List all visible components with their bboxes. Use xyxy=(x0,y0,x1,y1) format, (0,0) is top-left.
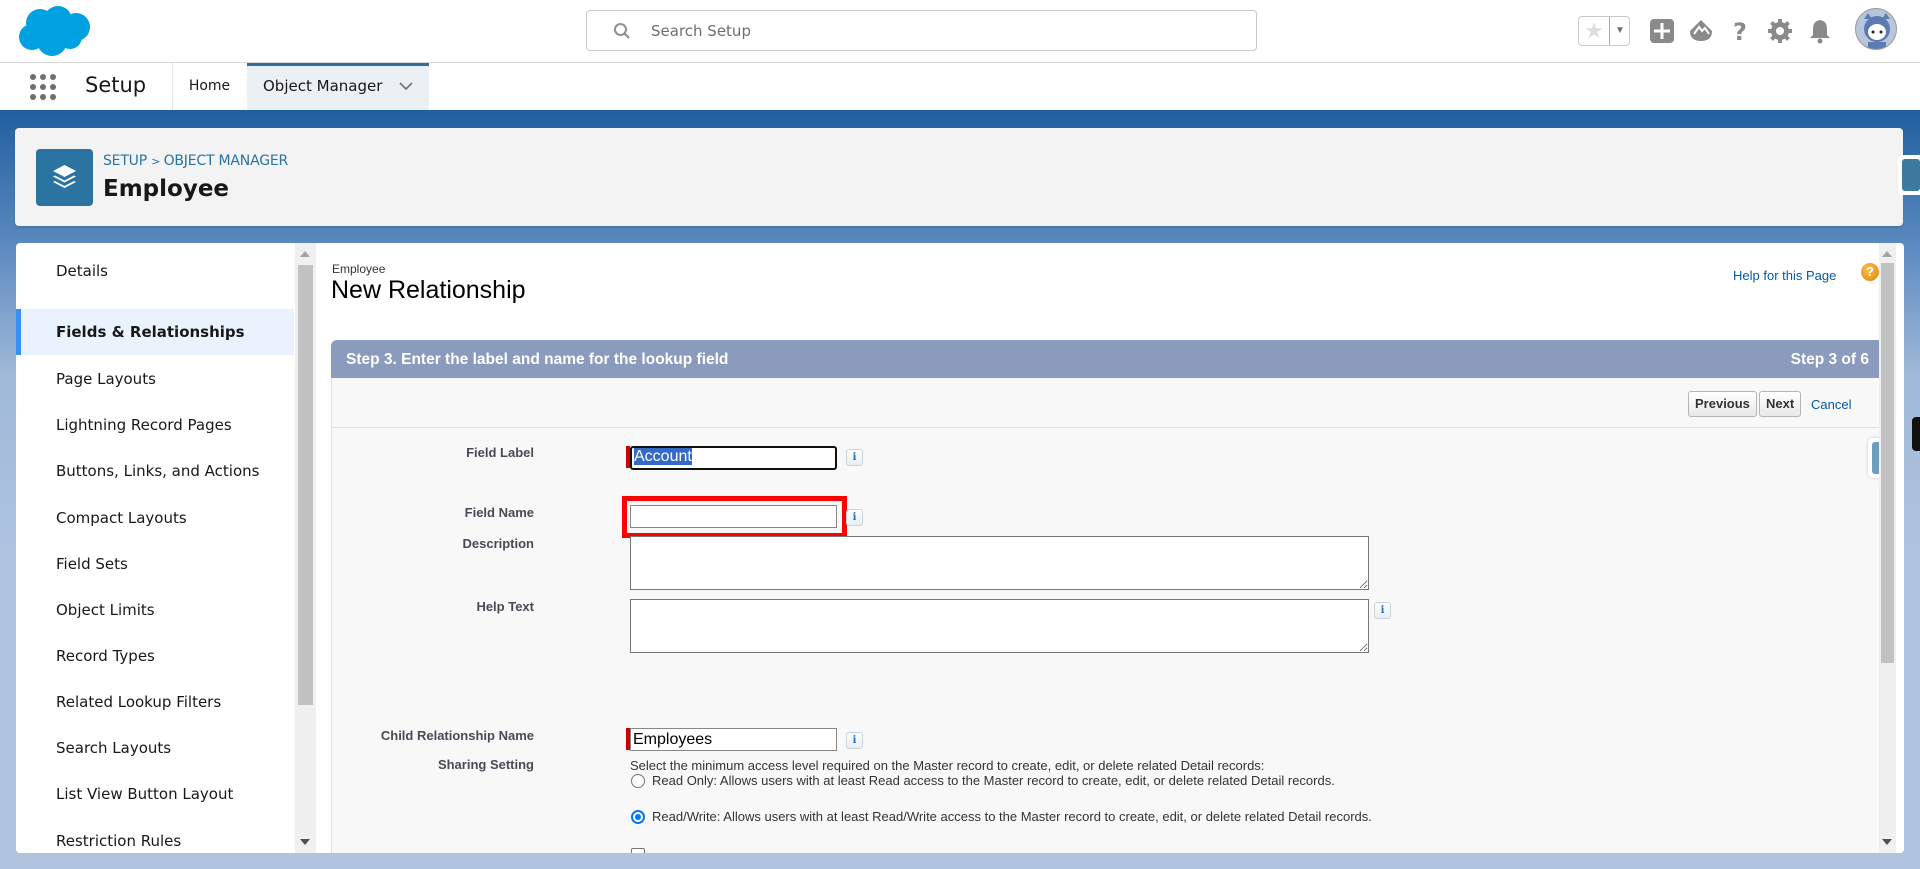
cancel-link[interactable]: Cancel xyxy=(1811,397,1851,412)
breadcrumb-object-manager-link[interactable]: OBJECT MANAGER xyxy=(164,153,289,169)
description-textarea[interactable] xyxy=(630,536,1369,590)
child-relationship-name-input[interactable] xyxy=(630,728,837,751)
field-label-label: Field Label xyxy=(466,445,534,460)
help-for-this-page-link[interactable]: Help for this Page xyxy=(1733,268,1836,283)
tab-home[interactable]: Home xyxy=(172,63,247,110)
sidebar-item-page-layouts[interactable]: Page Layouts xyxy=(16,356,294,402)
sharing-setting-intro: Select the minimum access level required… xyxy=(630,758,1265,773)
step-count: Step 3 of 6 xyxy=(1790,351,1869,368)
button-row: Previous Next Cancel xyxy=(332,378,1885,428)
description-label: Description xyxy=(462,536,534,551)
sidebar-item-restriction-rules[interactable]: Restriction Rules xyxy=(16,818,294,864)
step-title: Step 3. Enter the label and name for the… xyxy=(346,351,729,368)
read-write-option-label[interactable]: Read/Write: Allows users with at least R… xyxy=(652,809,1372,824)
main-scrollbar[interactable] xyxy=(1879,243,1896,853)
help-text-info-icon[interactable]: i xyxy=(1374,602,1391,619)
scroll-up-arrow-icon[interactable] xyxy=(1882,251,1892,257)
search-input[interactable] xyxy=(651,19,1231,43)
object-label: Employee xyxy=(332,262,386,276)
favorites-dropdown-icon[interactable]: ▼ xyxy=(1609,17,1630,45)
field-label-info-icon[interactable]: i xyxy=(846,449,863,466)
field-name-label: Field Name xyxy=(464,505,534,520)
main-scroll-thumb[interactable] xyxy=(1881,263,1894,663)
previous-button[interactable]: Previous xyxy=(1688,391,1757,417)
sidebar-item-related-lookup-filters[interactable]: Related Lookup Filters xyxy=(16,679,294,725)
salesforce-cloud-logo[interactable] xyxy=(18,5,94,57)
breadcrumb: SETUP > OBJECT MANAGER xyxy=(103,153,288,169)
read-write-radio[interactable] xyxy=(631,810,645,824)
sidebar-item-fields-relationships[interactable]: Fields & Relationships xyxy=(16,309,294,355)
field-name-info-icon[interactable]: i xyxy=(846,509,863,526)
step-header: Step 3. Enter the label and name for the… xyxy=(331,340,1884,378)
sidebar-item-list-view-button-layout[interactable]: List View Button Layout xyxy=(16,771,294,817)
child-relationship-name-label: Child Relationship Name xyxy=(380,728,534,743)
read-only-radio[interactable] xyxy=(631,774,645,788)
sharing-setting-label: Sharing Setting xyxy=(437,757,534,772)
app-launcher-icon[interactable] xyxy=(30,74,56,100)
checkbox-partial[interactable] xyxy=(631,848,645,853)
setup-gear-icon[interactable] xyxy=(1766,17,1794,45)
user-avatar[interactable] xyxy=(1855,8,1897,50)
trailhead-icon[interactable] xyxy=(1687,17,1715,45)
field-name-input[interactable] xyxy=(630,505,837,528)
scroll-down-arrow-icon[interactable] xyxy=(1882,839,1892,845)
scroll-down-arrow-icon[interactable] xyxy=(300,839,310,845)
main-content-frame: Employee New Relationship Help for this … xyxy=(316,243,1904,853)
tab-object-manager[interactable]: Object Manager xyxy=(247,63,429,110)
relationship-form: Previous Next Cancel Field Label Account… xyxy=(331,378,1888,853)
sidebar-scroll-thumb[interactable] xyxy=(298,265,313,705)
sidebar-item-compact-layouts[interactable]: Compact Layouts xyxy=(16,495,294,541)
app-name: Setup xyxy=(85,73,147,97)
object-manager-sidebar: Details Fields & Relationships Page Layo… xyxy=(16,243,316,853)
tab-object-manager-label: Object Manager xyxy=(263,77,383,95)
help-text-textarea[interactable] xyxy=(630,599,1369,653)
field-label-input[interactable]: Account xyxy=(630,446,837,470)
collapse-panel-tab[interactable] xyxy=(1898,155,1920,195)
help-text-label: Help Text xyxy=(476,599,534,614)
sidebar-item-lightning-record-pages[interactable]: Lightning Record Pages xyxy=(16,402,294,448)
object-header: SETUP > OBJECT MANAGER Employee xyxy=(15,128,1903,226)
search-setup-box[interactable] xyxy=(586,10,1257,51)
edge-handle[interactable] xyxy=(1912,417,1920,451)
avatar-astro-icon xyxy=(1864,13,1890,49)
sidebar-item-details[interactable]: Details xyxy=(16,248,294,294)
sidebar-item-buttons-links-actions[interactable]: Buttons, Links, and Actions xyxy=(16,448,294,494)
notifications-bell-icon[interactable] xyxy=(1806,17,1834,45)
object-title: Employee xyxy=(103,176,230,202)
favorites-star-icon[interactable]: ★ xyxy=(1579,17,1609,45)
child-relationship-info-icon[interactable]: i xyxy=(846,732,863,749)
scroll-up-arrow-icon[interactable] xyxy=(300,251,310,257)
svg-text:?: ? xyxy=(1733,18,1747,45)
favorites-control: ★ ▼ xyxy=(1578,16,1630,46)
chevron-down-icon[interactable] xyxy=(399,81,413,91)
sidebar-scrollbar[interactable] xyxy=(295,243,316,853)
sidebar-item-search-layouts[interactable]: Search Layouts xyxy=(16,725,294,771)
help-question-icon[interactable]: ? xyxy=(1861,263,1879,281)
breadcrumb-separator: > xyxy=(151,155,164,168)
field-label-value: Account xyxy=(634,448,692,465)
breadcrumb-setup-link[interactable]: SETUP xyxy=(103,153,147,169)
app-nav-bar: Setup Home Object Manager xyxy=(0,63,1920,110)
sidebar-item-object-limits[interactable]: Object Limits xyxy=(16,587,294,633)
page-title: New Relationship xyxy=(331,276,526,304)
next-button[interactable]: Next xyxy=(1759,391,1802,417)
help-question-icon[interactable]: ? xyxy=(1726,17,1754,45)
read-only-option-label[interactable]: Read Only: Allows users with at least Re… xyxy=(652,773,1335,788)
global-actions-plus-icon[interactable] xyxy=(1648,17,1676,45)
search-icon xyxy=(614,23,630,39)
object-layers-icon xyxy=(36,149,93,206)
global-header: ★ ▼ ? xyxy=(0,0,1920,63)
sidebar-item-field-sets[interactable]: Field Sets xyxy=(16,541,294,587)
sidebar-item-record-types[interactable]: Record Types xyxy=(16,633,294,679)
